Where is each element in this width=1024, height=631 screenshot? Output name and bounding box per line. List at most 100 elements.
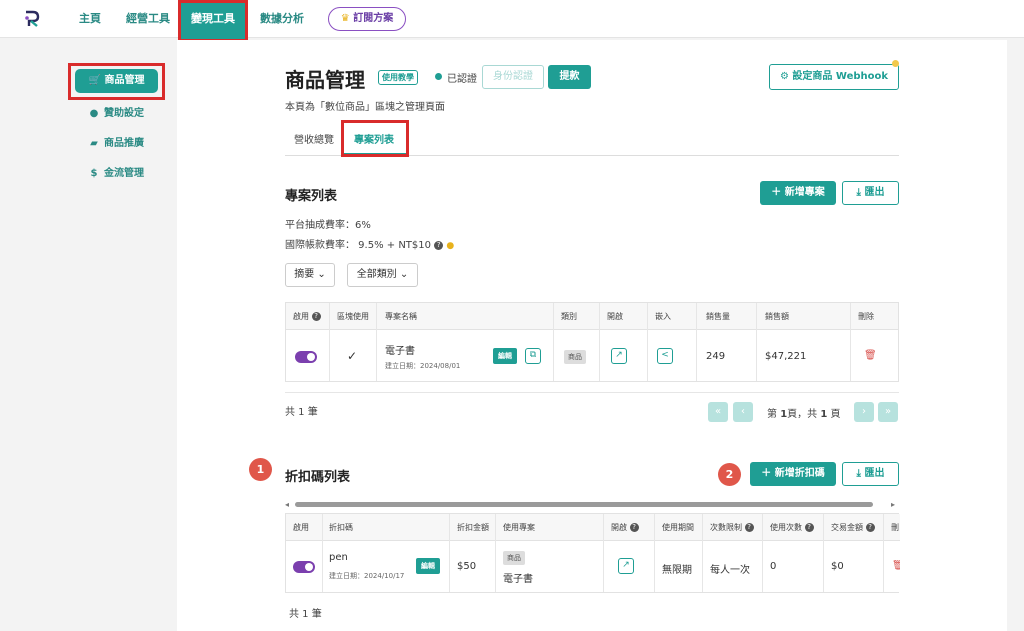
top-nav: 主頁 經營工具 變現工具 數據分析 ♛ 訂閱方案 xyxy=(0,0,1024,39)
col-limit: 次數限制 ? xyxy=(710,514,754,541)
pager-mid-label: 頁，共 xyxy=(787,409,818,420)
scroll-right-icon[interactable]: ▸ xyxy=(891,500,895,509)
coin-icon: ● xyxy=(89,108,99,119)
column-divider xyxy=(883,514,884,592)
verified-status: 已認證 xyxy=(447,74,477,85)
category-select[interactable]: 全部類別 ⌄ xyxy=(347,263,418,287)
add-project-button[interactable]: ＋ 新增專案 xyxy=(760,181,836,205)
discount-period: 無限期 xyxy=(662,565,692,576)
col-enable-label: 啟用 xyxy=(293,312,309,321)
share-icon[interactable]: < xyxy=(657,348,673,364)
project-edit-button[interactable]: 編輯 xyxy=(493,348,517,364)
add-discount-label: 新增折扣碼 xyxy=(774,468,825,479)
prev-page-button[interactable]: ‹ xyxy=(733,402,753,422)
page-subtitle: 本頁為「數位商品」區塊之管理頁面 xyxy=(285,102,445,113)
discount-code: pen xyxy=(329,552,348,563)
last-page-button[interactable]: » xyxy=(878,402,898,422)
open-external-icon[interactable]: ↗ xyxy=(618,558,634,574)
webhook-label: 設定商品 Webhook xyxy=(792,71,889,82)
summary-select-label: 摘要 xyxy=(294,269,315,280)
discount-created-date: 建立日期：2024/10/17 xyxy=(329,572,405,580)
nav-business-tools[interactable]: 經營工具 xyxy=(126,0,170,38)
add-discount-button[interactable]: ＋ 新增折扣碼 xyxy=(750,462,836,486)
col-enable: 啟用 ? xyxy=(293,303,321,330)
help-icon[interactable]: ? xyxy=(434,240,444,250)
column-divider xyxy=(449,514,450,592)
sidebar-item-payment[interactable]: $ 金流管理 xyxy=(88,164,144,179)
tab-revenue-overview[interactable]: 營收總覽 xyxy=(294,131,334,146)
export-projects-button[interactable]: ⤓ 匯出 xyxy=(842,181,899,205)
first-page-button[interactable]: « xyxy=(708,402,728,422)
project-enable-toggle[interactable] xyxy=(295,351,317,363)
table-header-bg xyxy=(286,303,898,330)
next-page-button[interactable]: › xyxy=(854,402,874,422)
trash-icon[interactable]: 🗑 xyxy=(892,560,900,571)
project-sales-amount: $47,221 xyxy=(765,351,807,362)
megaphone-icon: ▰ xyxy=(90,138,98,149)
identity-verify-button[interactable]: 身份認證 xyxy=(482,65,544,89)
sidebar-item-sponsor[interactable]: ● 贊助設定 xyxy=(88,104,144,119)
project-category-badge: 商品 xyxy=(564,350,586,364)
summary-select[interactable]: 摘要 ⌄ xyxy=(285,263,335,287)
col-sales-amount: 銷售額 xyxy=(765,312,789,321)
export-discounts-button[interactable]: ⤓ 匯出 xyxy=(842,462,899,486)
col-sales-qty: 銷售量 xyxy=(706,312,730,321)
pager-pre-label: 第 xyxy=(767,409,777,420)
intl-fee-text: 國際帳款費率： 9.5% + NT$10 ? ● xyxy=(285,236,454,251)
export-label: 匯出 xyxy=(864,468,885,479)
highlight-sidebar-box xyxy=(68,63,165,100)
projects-table: 啟用 ? 區塊使用 專案名稱 類別 開啟 嵌入 銷售量 銷售額 刪除 ✓ 電子書… xyxy=(285,302,899,382)
col-transaction-label: 交易金額 xyxy=(831,523,863,532)
discount-edit-button[interactable]: 編輯 xyxy=(416,558,440,574)
pager-total: 1 xyxy=(820,409,828,420)
intl-fee-label: 國際帳款費率： 9.5% + NT$10 xyxy=(285,240,431,251)
col-open: 開啟 ? xyxy=(611,514,639,541)
col-discount-amount: 折扣金額 xyxy=(457,523,489,532)
project-sales-qty: 249 xyxy=(706,351,726,362)
projects-total: 共 1 筆 xyxy=(285,407,318,418)
column-divider xyxy=(647,303,648,381)
help-icon[interactable]: ? xyxy=(865,523,875,532)
sidebar-item-promotion[interactable]: ▰ 商品推廣 xyxy=(88,134,144,149)
logo-icon[interactable] xyxy=(22,9,42,29)
open-external-icon[interactable]: ↗ xyxy=(611,348,627,364)
horizontal-scrollbar[interactable] xyxy=(295,502,873,507)
discounts-section-title: 折扣碼列表 xyxy=(285,470,351,485)
col-open: 開啟 xyxy=(607,312,623,321)
column-divider xyxy=(756,303,757,381)
column-divider xyxy=(603,514,604,592)
highlight-nav-box xyxy=(178,0,248,42)
pager-text: 第 1頁，共 1 頁 xyxy=(767,405,841,420)
discount-project: 電子書 xyxy=(503,574,533,585)
discount-amount: $50 xyxy=(457,561,477,572)
discount-limit: 每人一次 xyxy=(710,565,750,576)
step-marker-2: 2 xyxy=(718,463,741,486)
help-icon[interactable]: ? xyxy=(311,312,321,321)
copy-icon[interactable]: ⧉ xyxy=(525,348,541,364)
column-divider xyxy=(376,303,377,381)
sidebar-item-label: 金流管理 xyxy=(104,168,144,179)
webhook-icon: ⚙ xyxy=(779,71,789,82)
subscribe-button[interactable]: ♛ 訂閱方案 xyxy=(328,7,406,31)
tutorial-tag[interactable]: 使用教學 xyxy=(378,70,418,85)
nav-home[interactable]: 主頁 xyxy=(79,0,101,38)
help-icon[interactable]: ? xyxy=(804,523,814,532)
withdraw-button[interactable]: 提款 xyxy=(548,65,591,89)
column-divider xyxy=(762,514,763,592)
scroll-left-icon[interactable]: ◂ xyxy=(285,500,289,509)
nav-analytics[interactable]: 數據分析 xyxy=(260,0,304,38)
trash-icon[interactable]: 🗑 xyxy=(864,350,877,361)
check-icon: ✓ xyxy=(347,349,358,363)
step-marker-1: 1 xyxy=(249,458,272,481)
column-divider xyxy=(329,303,330,381)
col-limit-label: 次數限制 xyxy=(710,523,742,532)
discount-enable-toggle[interactable] xyxy=(293,561,315,573)
help-icon[interactable]: ? xyxy=(744,523,754,532)
discount-project-tag: 商品 xyxy=(503,551,525,565)
col-used-label: 使用次數 xyxy=(770,523,802,532)
column-divider xyxy=(823,514,824,592)
help-icon[interactable]: ? xyxy=(629,523,639,532)
col-delete: 刪 xyxy=(891,523,899,532)
webhook-button[interactable]: ⚙ 設定商品 Webhook xyxy=(769,64,899,90)
column-divider xyxy=(553,303,554,381)
